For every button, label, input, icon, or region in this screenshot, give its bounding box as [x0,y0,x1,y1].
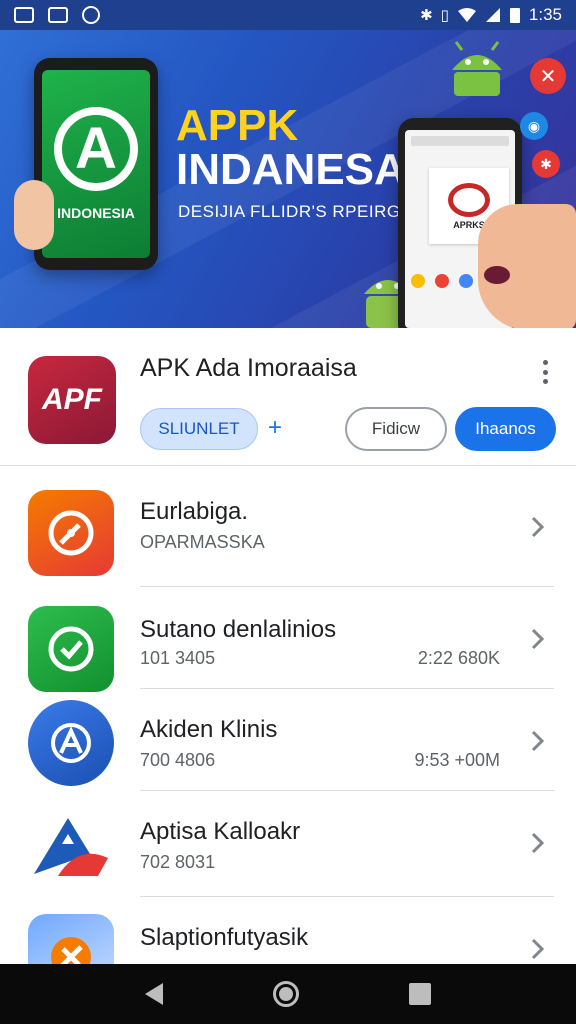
banner-title-line1: APPK [176,101,299,150]
primary-button[interactable]: Ihaanos [455,407,556,451]
circle-icon [82,6,100,24]
add-icon[interactable]: + [268,414,282,442]
list-divider [140,790,554,791]
list-item[interactable]: Akiden Klinis 700 4806 9:53 +00M [0,690,576,791]
app-dot-icon [435,274,449,288]
list-item-subtitle: 702 8031 [140,852,216,872]
chat-float-icon: ◉ [520,112,548,140]
status-time: 1:35 [528,5,562,24]
app-dot-icon [459,274,473,288]
vibrate-icon: ▯ [440,7,449,24]
chevron-right-icon[interactable] [526,938,548,960]
list-item-subtitle: OPARMASSKA [140,532,265,552]
chevron-right-icon[interactable] [526,516,548,538]
home-icon[interactable] [273,981,299,1007]
android-mascot-icon [452,41,502,96]
hand-left-illustration [14,180,54,250]
compass-icon [28,490,114,576]
list-item-subtitle: 101 3405 [140,648,216,668]
phone-left-label: INDONESIA [57,205,135,221]
list-item-name: Slaptionfutyasik [140,924,309,951]
check-icon [28,606,114,692]
banner-title-line2: INDANESA [176,145,406,194]
list-item[interactable]: Sutano denlalinios 101 3405 2:22 680K [0,588,576,692]
select-chip[interactable]: SLIUNLET [140,408,258,450]
list-divider [140,896,554,897]
list-item-name: Akiden Klinis [140,716,278,743]
recent-apps-icon[interactable] [409,983,431,1005]
battery-icon [509,8,520,23]
list-item[interactable]: Eurlabiga. OPARMASSKA [0,488,576,588]
bluetooth-icon: ✱ [420,7,433,24]
gear-float-icon: ✱ [532,150,560,178]
banner-phone-left: A INDONESIA [34,58,158,270]
a-logo-icon: A [54,107,138,191]
chevron-right-icon[interactable] [526,628,548,650]
app-main-icon[interactable]: APF [28,356,116,444]
phone-left-screen: A INDONESIA [42,70,150,258]
phone-right-toolbar [411,136,509,146]
status-right-icons: ✱ ▯ 1:35 [420,5,562,25]
chart-icon [48,7,68,23]
list-item-subtitle: 700 4806 [140,750,216,770]
list-item-name: Sutano denlalinios [140,616,337,643]
wifi-icon [457,8,476,22]
banner-subtitle: DESIJIA FLLIDR'S RPEIRG [178,202,401,221]
list-item-name: Eurlabiga. [140,498,249,525]
tools-icon [28,914,114,964]
promo-banner[interactable]: A INDONESIA APPK INDANESA DESIJIA FLLIDR… [0,30,576,328]
chevron-right-icon[interactable] [526,730,548,752]
more-options-icon[interactable] [538,360,552,384]
secondary-button[interactable]: Fidicw [345,407,447,451]
status-bar: ✱ ▯ 1:35 [0,0,576,30]
list-divider [140,688,554,689]
app-header: APF APK Ada Imoraaisa SLIUNLET + Fidicw … [0,328,576,466]
chevron-right-icon[interactable] [526,832,548,854]
list-item-meta: 2:22 680K [417,648,500,668]
list-item-name: Aptisa Kalloakr [140,818,301,845]
list-item-meta: 9:53 +00M [414,750,500,770]
status-left-icons [14,6,100,24]
list-item[interactable]: Aptisa Kalloakr 702 8031 [0,792,576,897]
tools-float-icon: ✕ [530,58,566,94]
list-divider [140,586,554,587]
signal-icon [485,8,500,22]
list-item[interactable]: Slaptionfutyasik [0,898,576,964]
apps-icon [28,700,114,786]
mountain-icon [28,804,114,890]
navigation-bar [0,964,576,1024]
apk-logo-icon [448,182,490,217]
image-icon [14,7,34,23]
app-dot-icon [411,274,425,288]
back-icon[interactable] [145,983,163,1005]
app-title: APK Ada Imoraaisa [140,354,357,382]
banner-title: APPK INDANESA [176,104,406,192]
fingernail-illustration [484,266,510,284]
